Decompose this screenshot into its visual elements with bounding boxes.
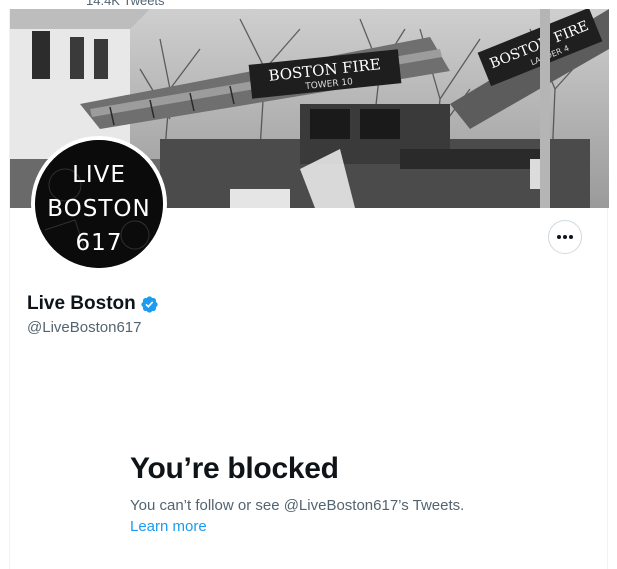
blocked-description: You can’t follow or see @LiveBoston617’s… [130,497,465,514]
top-bar: 14.4K Tweets [0,0,617,9]
more-options-button[interactable] [548,220,582,254]
profile-name: Live Boston [27,293,159,315]
avatar-text-boston: BOSTON [47,196,151,222]
profile-handle: @LiveBoston617 [27,319,142,336]
avatar-text-live: LIVE [72,162,126,188]
avatar-image: LIVE BOSTON 617 [35,140,163,268]
avatar-text-617: 617 [75,230,123,256]
profile-column: BOSTON FIRE TOWER 10 BOSTON FIRE LADDER … [9,9,609,569]
tweet-count: 14.4K Tweets [86,0,165,8]
profile-avatar[interactable]: LIVE BOSTON 617 [31,136,167,272]
more-horizontal-icon [557,235,573,239]
blocked-title: You’re blocked [130,452,339,485]
display-name-text: Live Boston [27,293,136,314]
learn-more-link[interactable]: Learn more [130,518,207,535]
verified-badge-icon[interactable] [140,295,159,314]
